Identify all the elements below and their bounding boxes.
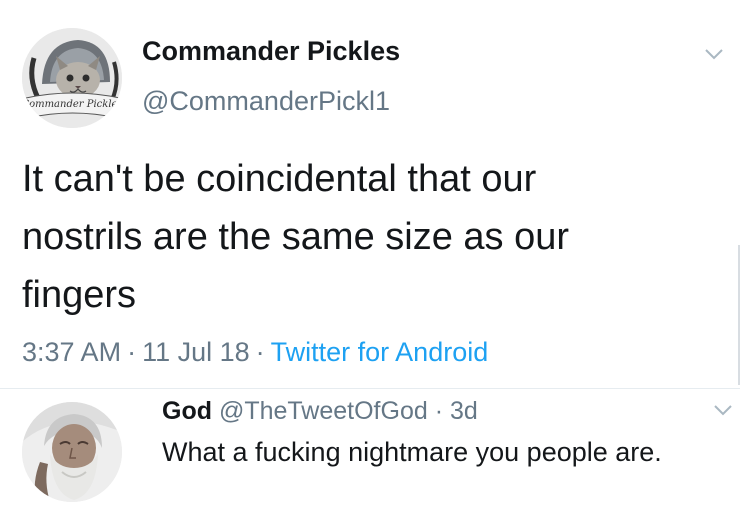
cat-helmet-avatar-icon: Commander Pickles <box>22 28 122 128</box>
tweet-date[interactable]: 11 Jul 18 <box>142 337 250 367</box>
tweet-meta: 3:37 AM · 11 Jul 18 · Twitter for Android <box>22 337 488 368</box>
reply-display-name[interactable]: God <box>162 397 212 425</box>
reply-avatar[interactable] <box>22 402 122 502</box>
meta-separator: · <box>255 337 265 367</box>
avatar-banner-text: Commander Pickles <box>22 99 122 110</box>
reply-text: What a fucking nightmare you people are. <box>162 437 662 467</box>
user-handle[interactable]: @CommanderPickl1 <box>142 86 390 117</box>
tweet-source-link[interactable]: Twitter for Android <box>271 337 489 367</box>
profile-avatar[interactable]: Commander Pickles <box>22 28 122 128</box>
meta-separator: · <box>127 337 137 367</box>
tweet-text: It can't be coincidental that our nostri… <box>22 158 570 316</box>
reply-handle[interactable]: @TheTweetOfGod <box>219 397 428 425</box>
reply-separator: · <box>434 397 444 425</box>
reply-header: God @TheTweetOfGod · 3d <box>162 397 478 426</box>
reply-age[interactable]: 3d <box>450 397 478 425</box>
chevron-down-icon[interactable] <box>712 402 734 418</box>
tweet-screenshot: Commander Pickles Commander Pickles @Com… <box>0 0 740 526</box>
divider <box>0 388 740 389</box>
display-name[interactable]: Commander Pickles <box>142 36 400 67</box>
chevron-down-icon[interactable] <box>703 46 725 62</box>
tweet-time[interactable]: 3:37 AM <box>22 337 121 367</box>
bearded-man-avatar-icon <box>22 402 122 502</box>
